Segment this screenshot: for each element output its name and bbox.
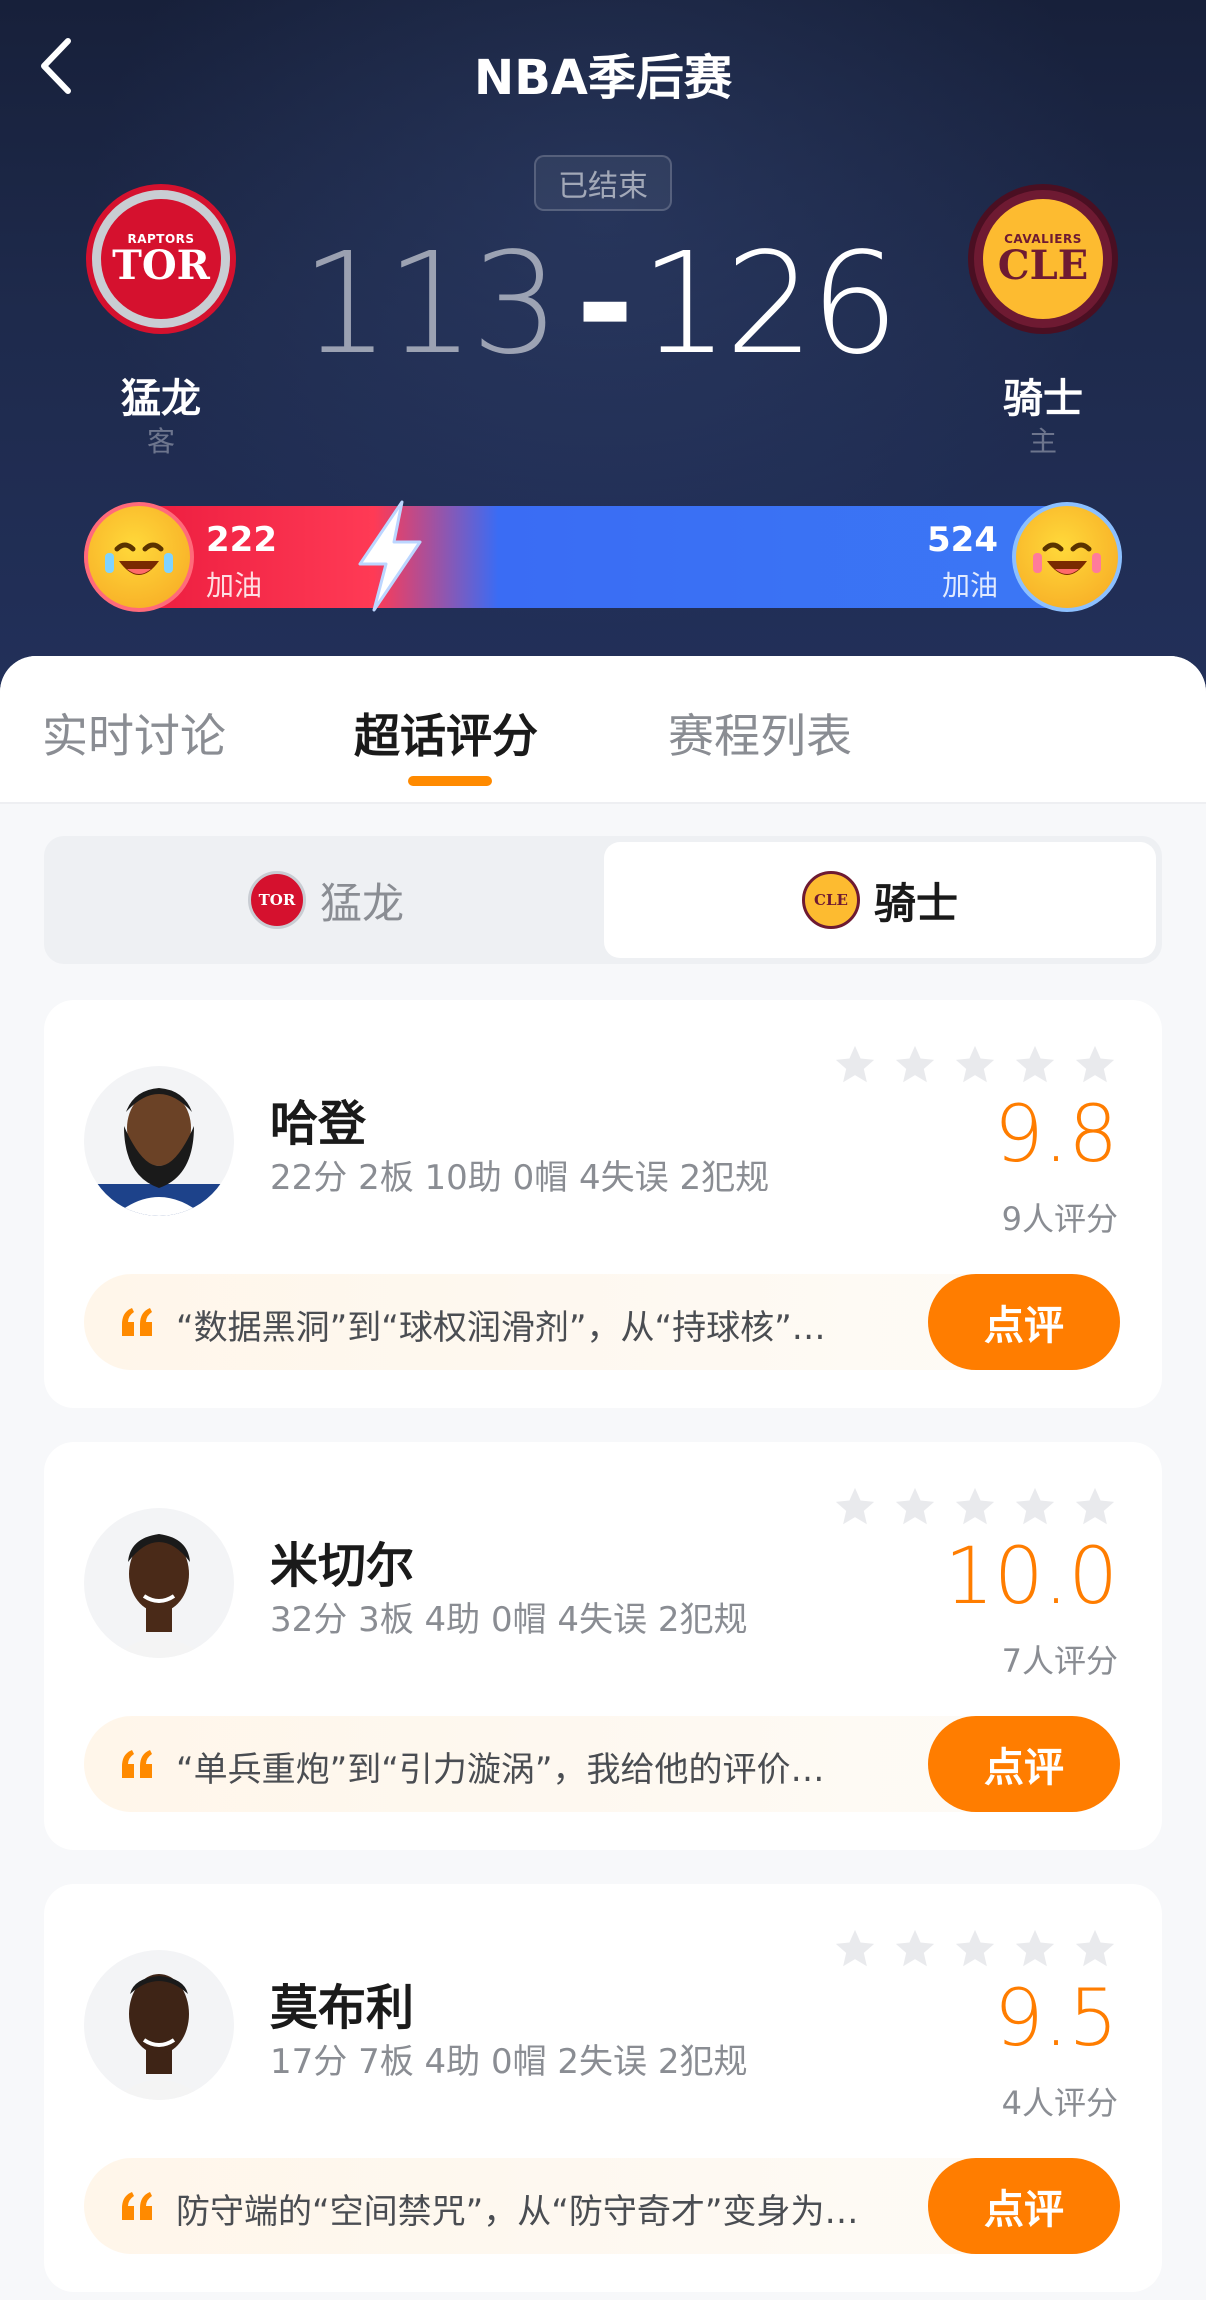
star-rating[interactable] xyxy=(832,1926,1118,1972)
star-rating[interactable] xyxy=(832,1042,1118,1088)
player-avatar xyxy=(84,1066,234,1216)
player-rating: 9.5 xyxy=(993,1974,1118,2064)
tab-ratings[interactable]: 超话评分 xyxy=(354,700,538,763)
star-icon[interactable] xyxy=(1072,1042,1118,1088)
star-icon[interactable] xyxy=(952,1042,998,1088)
away-cheer-label: 加油 xyxy=(206,569,263,602)
player-avatar xyxy=(84,1950,234,2100)
home-logo-abbr: CLE xyxy=(997,242,1089,289)
player-name: 哈登 xyxy=(270,1096,367,1152)
comment-text: “单兵重炮”到“引力漩涡”，我给他的评价… xyxy=(176,1750,825,1790)
player-name: 米切尔 xyxy=(270,1538,415,1594)
away-team-logo[interactable]: RAPTORS TOR xyxy=(86,184,236,334)
star-icon[interactable] xyxy=(1012,1926,1058,1972)
home-team-logo[interactable]: CAVALIERS CLE xyxy=(968,184,1118,334)
review-button[interactable]: 点评 xyxy=(928,1274,1120,1370)
content-sheet: 实时讨论 超话评分 赛程列表 TOR 猛龙 CLE 骑士 哈登 22分 2板 1… xyxy=(0,656,1206,2300)
away-score: 113 xyxy=(300,223,560,386)
team-option-home[interactable]: CLE 骑士 xyxy=(604,842,1156,958)
away-cheer-button[interactable] xyxy=(84,502,194,612)
away-logo-abbr: TOR xyxy=(112,242,210,289)
comment-text: 防守端的“空间禁咒”，从“防守奇才”变身为… xyxy=(176,2192,859,2232)
top-comment[interactable]: “单兵重炮”到“引力漩涡”，我给他的评价… 点评 xyxy=(84,1716,1120,1812)
team-switch: TOR 猛龙 CLE 骑士 xyxy=(44,836,1162,964)
player-avatar xyxy=(84,1508,234,1658)
tab-bar: 实时讨论 超话评分 赛程列表 xyxy=(0,656,1206,804)
away-mini-logo: TOR xyxy=(247,871,306,929)
home-score: 126 xyxy=(640,223,899,386)
player-stats: 32分 3板 4助 0帽 4失误 2犯规 xyxy=(270,1600,748,1640)
home-team-name: 骑士 xyxy=(1003,376,1083,422)
star-icon[interactable] xyxy=(892,1484,938,1530)
rating-count: 7人评分 xyxy=(1001,1642,1118,1680)
away-team-role: 客 xyxy=(146,425,175,458)
tab-live-discussion[interactable]: 实时讨论 xyxy=(42,700,226,763)
comment-text: “数据黑洞”到“球权润滑剂”，从“持球核”… xyxy=(176,1308,826,1348)
star-icon[interactable] xyxy=(832,1042,878,1088)
star-icon[interactable] xyxy=(952,1926,998,1972)
page-title: NBA季后赛 xyxy=(474,50,732,106)
laughing-emoji-icon xyxy=(1033,542,1101,575)
star-icon[interactable] xyxy=(832,1484,878,1530)
away-cheer-count: 222 xyxy=(206,520,277,560)
star-icon[interactable] xyxy=(832,1926,878,1972)
active-tab-indicator xyxy=(408,776,492,786)
star-icon[interactable] xyxy=(892,1042,938,1088)
team-option-away[interactable]: TOR 猛龙 xyxy=(50,842,602,958)
quote-icon xyxy=(122,2192,152,2220)
player-card[interactable]: 莫布利 17分 7板 4助 0帽 2失误 2犯规 9.5 4人评分 防守端的“空… xyxy=(44,1884,1162,2292)
top-comment[interactable]: “数据黑洞”到“球权润滑剂”，从“持球核”… 点评 xyxy=(84,1274,1120,1370)
star-icon[interactable] xyxy=(1072,1484,1118,1530)
star-icon[interactable] xyxy=(952,1484,998,1530)
team-option-away-label: 猛龙 xyxy=(319,878,404,928)
player-photo xyxy=(84,1088,234,1216)
player-stats: 22分 2板 10助 0帽 4失误 2犯规 xyxy=(270,1158,770,1198)
star-rating[interactable] xyxy=(832,1484,1118,1530)
home-cheer-count: 524 xyxy=(927,520,998,560)
cheer-bar: 222 加油 524 加油 xyxy=(84,506,1120,608)
home-team-role: 主 xyxy=(1028,425,1057,458)
review-button[interactable]: 点评 xyxy=(928,1716,1120,1812)
team-option-home-label: 骑士 xyxy=(873,878,958,928)
player-photo xyxy=(112,1534,206,1658)
rating-count: 4人评分 xyxy=(1001,2084,1118,2122)
laughing-emoji-icon xyxy=(105,542,173,575)
home-cheer-button[interactable] xyxy=(1012,502,1122,612)
player-rating: 10.0 xyxy=(944,1532,1118,1622)
star-icon[interactable] xyxy=(1072,1926,1118,1972)
player-name: 莫布利 xyxy=(270,1980,415,2036)
star-icon[interactable] xyxy=(1012,1042,1058,1088)
player-card[interactable]: 米切尔 32分 3板 4助 0帽 4失误 2犯规 10.0 7人评分 “单兵重炮… xyxy=(44,1442,1162,1850)
star-icon[interactable] xyxy=(892,1926,938,1972)
score-separator: - xyxy=(575,223,634,386)
star-icon[interactable] xyxy=(1012,1484,1058,1530)
player-stats: 17分 7板 4助 0帽 2失误 2犯规 xyxy=(270,2042,748,2082)
top-comment[interactable]: 防守端的“空间禁咒”，从“防守奇才”变身为… 点评 xyxy=(84,2158,1120,2254)
quote-icon xyxy=(122,1308,152,1336)
quote-icon xyxy=(122,1750,152,1778)
away-team-name: 猛龙 xyxy=(121,376,201,422)
player-card[interactable]: 哈登 22分 2板 10助 0帽 4失误 2犯规 9.8 9人评分 “数据黑洞”… xyxy=(44,1000,1162,1408)
game-status-badge: 已结束 xyxy=(534,155,672,211)
player-rating: 9.8 xyxy=(993,1090,1118,1180)
game-header: NBA季后赛 已结束 RAPTORS TOR CAVALIERS CLE 猛龙 … xyxy=(0,0,1206,700)
player-photo xyxy=(112,1974,206,2100)
review-button[interactable]: 点评 xyxy=(928,2158,1120,2254)
tab-schedule[interactable]: 赛程列表 xyxy=(668,700,852,763)
home-cheer-label: 加油 xyxy=(941,569,998,602)
rating-count: 9人评分 xyxy=(1001,1200,1118,1238)
lightning-bolt-icon xyxy=(358,500,422,612)
home-mini-logo: CLE xyxy=(801,871,860,929)
